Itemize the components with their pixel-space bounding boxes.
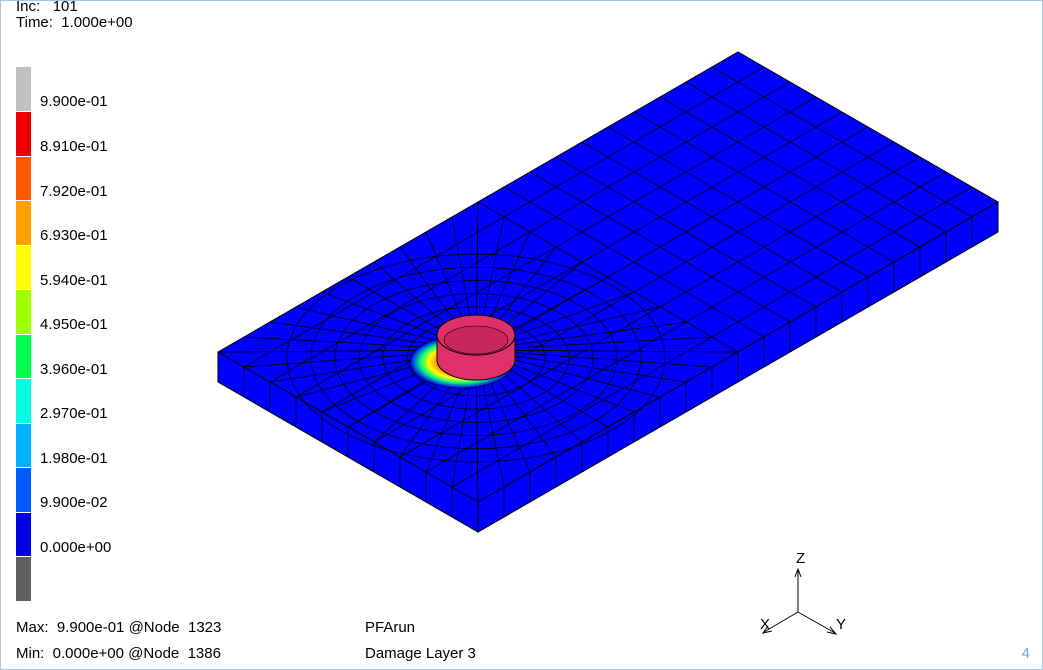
axis-triad (761, 567, 838, 635)
viewport-number: 4 (1021, 645, 1030, 662)
y-axis-label: Y (836, 616, 847, 633)
result-name: Damage Layer 3 (365, 645, 476, 662)
x-axis-label: X (760, 616, 771, 633)
fe-model-view[interactable] (0, 0, 1043, 670)
max-readout: Max: 9.900e-01 @Node 1323 (16, 619, 222, 636)
pin-cylinder (436, 314, 516, 381)
plate-mesh (216, 51, 1000, 533)
min-readout: Min: 0.000e+00 @Node 1386 (16, 645, 221, 662)
job-name: PFArun (365, 619, 416, 636)
z-axis-label: Z (796, 550, 806, 567)
